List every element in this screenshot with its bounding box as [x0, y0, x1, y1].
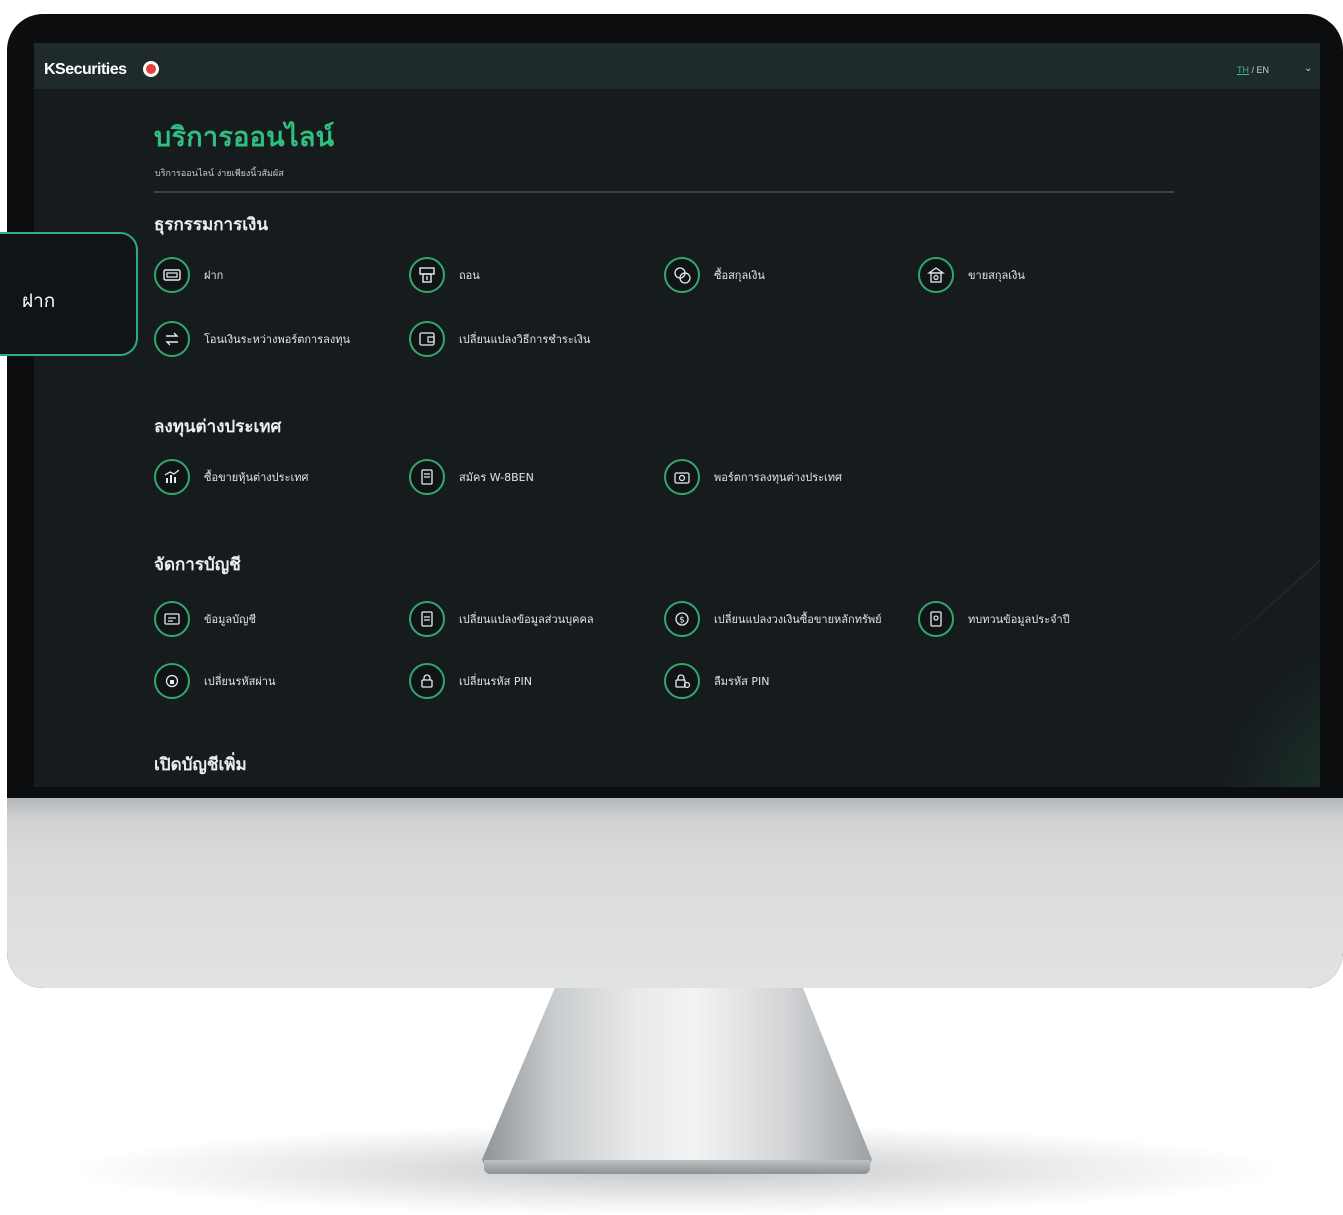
- service-label: ทบทวนข้อมูลประจำปี: [968, 612, 1070, 626]
- language-switcher[interactable]: TH / EN: [1237, 65, 1269, 75]
- service-label: เปลี่ยนแปลงข้อมูลส่วนบุคคล: [459, 612, 594, 626]
- decorative-glow: [1184, 603, 1320, 787]
- service-annual-review[interactable]: ทบทวนข้อมูลประจำปี: [918, 601, 1070, 637]
- service-transfer[interactable]: โอนเงินระหว่างพอร์ตการลงทุน: [154, 321, 350, 357]
- lang-th-option[interactable]: TH: [1237, 65, 1249, 75]
- service-label: ขายสกุลเงิน: [968, 268, 1025, 282]
- monitor-stand: [482, 985, 872, 1168]
- monitor-chin: [7, 798, 1343, 988]
- service-change-password[interactable]: เปลี่ยนรหัสผ่าน: [154, 663, 275, 699]
- service-payment-method[interactable]: เปลี่ยนแปลงวิธีการชำระเงิน: [409, 321, 590, 357]
- service-foreign-portfolio[interactable]: พอร์ตการลงทุนต่างประเทศ: [664, 459, 842, 495]
- service-label: ลืมรหัส PIN: [714, 674, 770, 688]
- buy-currency-icon: [664, 257, 700, 293]
- chevron-down-icon[interactable]: ⌄: [1304, 63, 1312, 74]
- service-sell-currency[interactable]: ขายสกุลเงิน: [918, 257, 1025, 293]
- annual-review-icon: [918, 601, 954, 637]
- sell-currency-icon: [918, 257, 954, 293]
- forgot-pin-icon: [664, 663, 700, 699]
- app-screen: KSecurities TH / EN ⌄ บริการออนไลน์ บริก…: [34, 43, 1320, 787]
- lang-separator: /: [1251, 65, 1255, 75]
- service-label: โอนเงินระหว่างพอร์ตการลงทุน: [204, 332, 351, 346]
- section-title-open-account: เปิดบัญชีเพิ่ม: [154, 755, 247, 775]
- callout-label: ฝาก: [22, 290, 56, 312]
- lang-en-option[interactable]: EN: [1257, 65, 1270, 75]
- monitor: KSecurities TH / EN ⌄ บริการออนไลน์ บริก…: [7, 14, 1343, 988]
- account-info-icon: [154, 601, 190, 637]
- section-title-finance: ธุรกรรมการเงิน: [154, 215, 268, 235]
- svg-text:$: $: [679, 616, 685, 626]
- transfer-icon: [154, 321, 190, 357]
- change-pin-icon: [409, 663, 445, 699]
- service-withdraw[interactable]: ถอน: [409, 257, 480, 293]
- service-credit-limit[interactable]: $ เปลี่ยนแปลงวงเงินซื้อขายหลักทรัพย์: [664, 601, 882, 637]
- credit-limit-icon: $: [664, 601, 700, 637]
- change-password-icon: [154, 663, 190, 699]
- service-label: เปลี่ยนแปลงวิธีการชำระเงิน: [459, 332, 591, 346]
- portfolio-icon: [664, 459, 700, 495]
- service-forgot-pin[interactable]: ลืมรหัส PIN: [664, 663, 769, 699]
- service-change-pin[interactable]: เปลี่ยนรหัส PIN: [409, 663, 532, 699]
- service-deposit[interactable]: ฝาก: [154, 257, 223, 293]
- service-foreign-stock-trading[interactable]: ซื้อขายหุ้นต่างประเทศ: [154, 459, 308, 495]
- service-label: ฝาก: [204, 268, 224, 282]
- form-icon: [409, 459, 445, 495]
- service-label: ซื้อขายหุ้นต่างประเทศ: [204, 470, 309, 484]
- service-w8ben[interactable]: สมัคร W-8BEN: [409, 459, 534, 495]
- personal-info-icon: [409, 601, 445, 637]
- monitor-stand-base: [484, 1160, 870, 1174]
- stock-chart-icon: [154, 459, 190, 495]
- service-label: ถอน: [459, 268, 480, 282]
- divider: [154, 191, 1174, 193]
- service-label: ข้อมูลบัญชี: [204, 612, 256, 626]
- withdraw-icon: [409, 257, 445, 293]
- service-label: พอร์ตการลงทุนต่างประเทศ: [714, 470, 843, 484]
- section-title-foreign-investment: ลงทุนต่างประเทศ: [154, 417, 282, 437]
- page-subtitle: บริการออนไลน์ ง่ายเพียงนิ้วสัมผัส: [155, 169, 284, 179]
- service-label: เปลี่ยนรหัส PIN: [459, 674, 532, 688]
- payment-method-icon: [409, 321, 445, 357]
- service-label: ซื้อสกุลเงิน: [714, 268, 765, 282]
- page-title: บริการออนไลน์: [154, 122, 335, 153]
- brand-logo-icon: [143, 61, 159, 77]
- service-label: เปลี่ยนรหัสผ่าน: [204, 674, 276, 688]
- service-buy-currency[interactable]: ซื้อสกุลเงิน: [664, 257, 765, 293]
- top-bar: KSecurities TH / EN ⌄: [34, 43, 1320, 89]
- brand-logo-text[interactable]: KSecurities: [44, 61, 127, 79]
- service-label: สมัคร W-8BEN: [459, 470, 534, 484]
- highlight-callout: [0, 232, 138, 356]
- service-label: เปลี่ยนแปลงวงเงินซื้อขายหลักทรัพย์: [714, 612, 882, 626]
- service-personal-info[interactable]: เปลี่ยนแปลงข้อมูลส่วนบุคคล: [409, 601, 594, 637]
- service-account-info[interactable]: ข้อมูลบัญชี: [154, 601, 256, 637]
- deposit-icon: [154, 257, 190, 293]
- section-title-account-management: จัดการบัญชี: [154, 555, 241, 575]
